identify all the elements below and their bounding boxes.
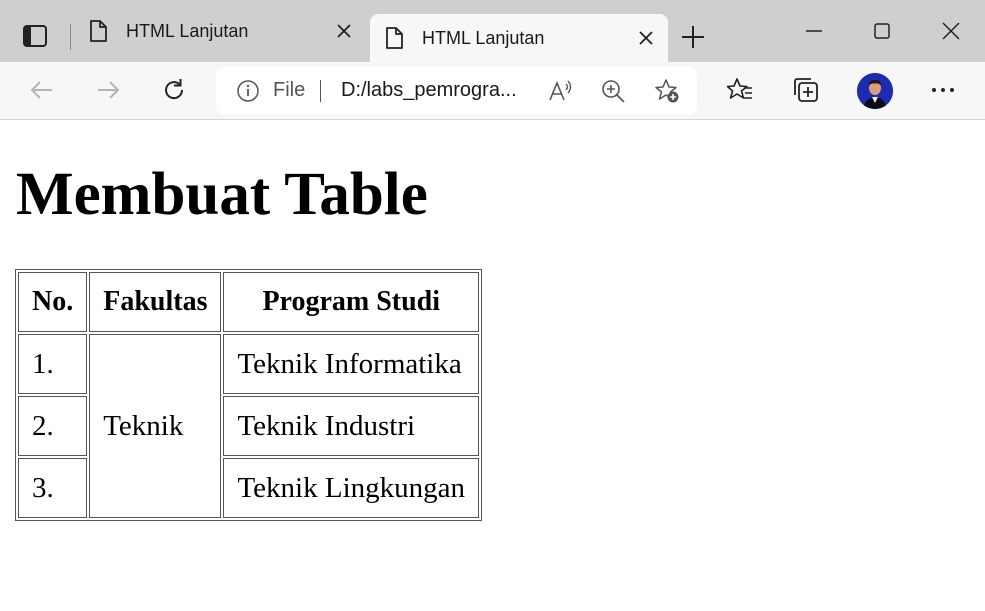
tab-separator [70,24,71,50]
profile-photo [857,73,893,109]
read-aloud-icon[interactable] [547,78,573,104]
cell-no: 1. [18,334,88,394]
tab-title: HTML Lanjutan [422,27,545,48]
cell-no: 2. [18,396,88,456]
page-title: Membuat Table [16,161,428,228]
forward-icon[interactable] [94,76,122,104]
tab-inactive[interactable]: HTML Lanjutan [76,0,366,62]
collections-icon[interactable] [792,76,820,104]
table-row: 1. Teknik Teknik Informatika [18,334,479,518]
favorites-icon[interactable] [726,76,754,104]
new-tab-icon[interactable] [681,25,705,49]
document-icon [90,20,107,42]
header-no: No. [18,272,88,332]
zoom-icon[interactable] [600,78,626,104]
document-icon [386,27,403,49]
page-content: Membuat Table No. Fakultas Program Studi… [0,120,985,611]
tab-actions-icon[interactable] [22,23,48,49]
cell-program-studi: Teknik Industri [223,396,479,456]
browser-titlebar: HTML Lanjutan HTML Lanjutan [0,0,985,62]
data-table: No. Fakultas Program Studi 1. Teknik Tek… [15,269,482,521]
table-row: 2. Teknik Industri [18,396,479,456]
tab-title: HTML Lanjutan [126,20,249,41]
avatar[interactable] [857,73,893,109]
table-row: 3. Teknik Lingkungan [18,458,479,518]
address-separator [320,80,321,102]
cell-program-studi: Teknik Informatika [223,334,479,394]
cell-program-studi: Teknik Lingkungan [223,458,479,518]
refresh-icon[interactable] [160,76,188,104]
scheme-label: File [273,79,306,101]
add-favorite-icon[interactable] [654,78,680,104]
cell-no: 3. [18,458,88,518]
table-header-row: No. Fakultas Program Studi [18,272,479,332]
url-text[interactable]: D:/labs_pemrogra... [341,79,517,102]
close-window-icon[interactable] [937,17,965,45]
browser-toolbar: File D:/labs_pemrogra... [0,62,985,120]
tab-active[interactable]: HTML Lanjutan [370,14,668,62]
close-tab-icon[interactable] [336,23,352,39]
cell-fakultas: Teknik [89,334,222,518]
header-program-studi: Program Studi [223,272,479,332]
address-bar[interactable]: File D:/labs_pemrogra... [216,67,697,114]
minimize-icon[interactable] [800,17,828,45]
maximize-icon[interactable] [868,17,896,45]
header-fakultas: Fakultas [89,272,222,332]
back-icon[interactable] [28,76,56,104]
more-options-icon[interactable] [929,76,957,104]
info-icon[interactable] [236,79,260,103]
close-tab-icon[interactable] [638,30,654,46]
